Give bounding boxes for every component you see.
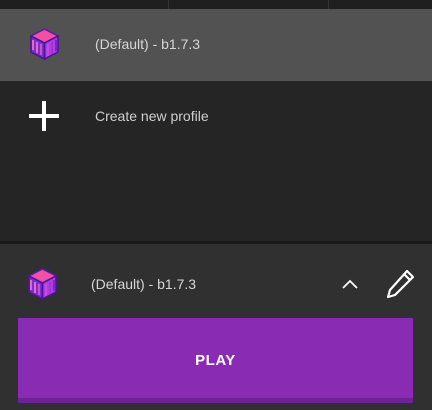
top-strip (0, 0, 432, 9)
current-profile-label: (Default) - b1.7.3 (91, 276, 197, 292)
plus-icon (28, 100, 60, 132)
grass-block-icon (28, 26, 61, 62)
top-strip-divider (168, 0, 169, 9)
play-button[interactable]: PLAY (18, 318, 413, 402)
launcher-window: (Default) - b1.7.3 Create new profile (D… (0, 0, 432, 410)
top-strip-divider (328, 0, 329, 9)
grass-block-icon (26, 266, 59, 302)
profile-item-default[interactable]: (Default) - b1.7.3 (0, 9, 432, 81)
play-button-label: PLAY (195, 351, 236, 369)
profile-item-label: (Default) - b1.7.3 (95, 36, 201, 52)
play-panel: (Default) - b1.7.3 PLAY (0, 244, 432, 410)
pencil-icon[interactable] (383, 267, 417, 301)
chevron-up-icon[interactable] (334, 272, 366, 296)
create-new-profile-label: Create new profile (95, 108, 209, 124)
create-new-profile-item[interactable]: Create new profile (0, 81, 432, 153)
profile-dropdown-list: (Default) - b1.7.3 Create new profile (0, 9, 432, 241)
current-profile-selector[interactable]: (Default) - b1.7.3 (0, 244, 432, 318)
